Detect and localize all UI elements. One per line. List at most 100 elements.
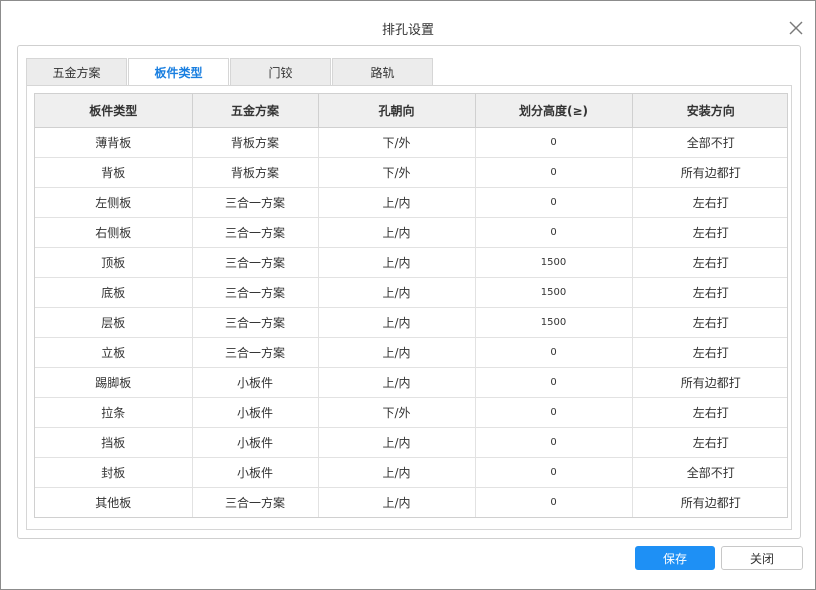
cell-install-direction[interactable]: 所有边都打 bbox=[631, 156, 787, 188]
close-button[interactable]: 关闭 bbox=[721, 546, 803, 570]
cell-split-height[interactable]: 0 bbox=[474, 456, 633, 488]
cell-hole-direction[interactable]: 上/内 bbox=[317, 186, 476, 218]
cell-hole-direction[interactable]: 上/内 bbox=[317, 276, 476, 308]
cell-hardware-scheme[interactable]: 背板方案 bbox=[191, 156, 319, 188]
cell-split-height[interactable]: 1500 bbox=[474, 306, 633, 338]
table-header-row: 板件类型 五金方案 孔朝向 划分高度(≥) 安装方向 bbox=[35, 94, 787, 128]
cell-hole-direction[interactable]: 下/外 bbox=[317, 396, 476, 428]
cell-hole-direction[interactable]: 上/内 bbox=[317, 426, 476, 458]
cell-split-height[interactable]: 1500 bbox=[474, 276, 633, 308]
table-row[interactable]: 右侧板 三合一方案 上/内 0 左右打 bbox=[35, 216, 787, 248]
cell-split-height[interactable]: 0 bbox=[474, 186, 633, 218]
cell-board-type[interactable]: 薄背板 bbox=[35, 126, 193, 158]
cell-hardware-scheme[interactable]: 三合一方案 bbox=[191, 246, 319, 278]
cell-board-type[interactable]: 左侧板 bbox=[35, 186, 193, 218]
cell-board-type[interactable]: 踢脚板 bbox=[35, 366, 193, 398]
cell-hole-direction[interactable]: 上/内 bbox=[317, 486, 476, 517]
cell-board-type[interactable]: 其他板 bbox=[35, 486, 193, 517]
column-header-install-direction[interactable]: 安装方向 bbox=[631, 94, 787, 128]
cell-hardware-scheme[interactable]: 三合一方案 bbox=[191, 306, 319, 338]
cell-install-direction[interactable]: 左右打 bbox=[631, 306, 787, 338]
table-row[interactable]: 层板 三合一方案 上/内 1500 左右打 bbox=[35, 306, 787, 338]
cell-board-type[interactable]: 背板 bbox=[35, 156, 193, 188]
cell-install-direction[interactable]: 左右打 bbox=[631, 426, 787, 458]
cell-hardware-scheme[interactable]: 背板方案 bbox=[191, 126, 319, 158]
board-type-table: 板件类型 五金方案 孔朝向 划分高度(≥) 安装方向 薄背板 背板方案 下/外 0 全部不打 背板… bbox=[35, 94, 787, 517]
cell-hole-direction[interactable]: 上/内 bbox=[317, 246, 476, 278]
table-row[interactable]: 薄背板 背板方案 下/外 0 全部不打 bbox=[35, 126, 787, 158]
save-button[interactable]: 保存 bbox=[635, 546, 715, 570]
cell-split-height[interactable]: 0 bbox=[474, 126, 633, 158]
cell-board-type[interactable]: 挡板 bbox=[35, 426, 193, 458]
cell-split-height[interactable]: 0 bbox=[474, 366, 633, 398]
cell-split-height[interactable]: 0 bbox=[474, 156, 633, 188]
cell-hardware-scheme[interactable]: 小板件 bbox=[191, 396, 319, 428]
cell-split-height[interactable]: 0 bbox=[474, 426, 633, 458]
cell-board-type[interactable]: 拉条 bbox=[35, 396, 193, 428]
cell-hole-direction[interactable]: 上/内 bbox=[317, 456, 476, 488]
cell-install-direction[interactable]: 全部不打 bbox=[631, 456, 787, 488]
cell-hardware-scheme[interactable]: 三合一方案 bbox=[191, 276, 319, 308]
tab-hardware-scheme[interactable]: 五金方案 bbox=[26, 58, 127, 85]
table-row[interactable]: 挡板 小板件 上/内 0 左右打 bbox=[35, 426, 787, 458]
cell-split-height[interactable]: 1500 bbox=[474, 246, 633, 278]
cell-split-height[interactable]: 0 bbox=[474, 216, 633, 248]
settings-panel: 五金方案 板件类型 门铰 路轨 板件类型 五金方案 孔朝向 划分高度(≥) 安装方向 薄背板背… bbox=[17, 45, 801, 539]
column-header-hole-direction[interactable]: 孔朝向 bbox=[317, 94, 476, 128]
tab-bar: 五金方案 板件类型 门铰 路轨 bbox=[26, 58, 434, 86]
cell-board-type[interactable]: 右侧板 bbox=[35, 216, 193, 248]
cell-split-height[interactable]: 0 bbox=[474, 336, 633, 368]
cell-hardware-scheme[interactable]: 三合一方案 bbox=[191, 486, 319, 517]
cell-hardware-scheme[interactable]: 小板件 bbox=[191, 456, 319, 488]
table-row[interactable]: 封板 小板件 上/内 0 全部不打 bbox=[35, 456, 787, 488]
table-row[interactable]: 顶板 三合一方案 上/内 1500 左右打 bbox=[35, 246, 787, 278]
table-row[interactable]: 拉条 小板件 下/外 0 左右打 bbox=[35, 396, 787, 428]
cell-install-direction[interactable]: 全部不打 bbox=[631, 126, 787, 158]
cell-hole-direction[interactable]: 下/外 bbox=[317, 156, 476, 188]
column-header-hardware-scheme[interactable]: 五金方案 bbox=[191, 94, 319, 128]
cell-hole-direction[interactable]: 上/内 bbox=[317, 336, 476, 368]
tab-drawer-rail[interactable]: 路轨 bbox=[332, 58, 433, 85]
dialog-titlebar: 排孔设置 bbox=[1, 1, 815, 45]
hole-settings-dialog: 排孔设置 五金方案 板件类型 门铰 路轨 板件类型 五金方案 孔朝向 划分高度(≥) 安装方向… bbox=[0, 0, 816, 590]
table-row[interactable]: 左侧板 三合一方案 上/内 0 左右打 bbox=[35, 186, 787, 218]
cell-hole-direction[interactable]: 上/内 bbox=[317, 306, 476, 338]
tab-board-type[interactable]: 板件类型 bbox=[128, 58, 229, 86]
table-body: 薄背板 背板方案 下/外 0 全部不打 背板 背板方案 下/外 0 所有边都打 左侧板 三合一方案 上/… bbox=[35, 126, 787, 517]
cell-hardware-scheme[interactable]: 三合一方案 bbox=[191, 186, 319, 218]
close-icon[interactable] bbox=[787, 19, 805, 37]
cell-board-type[interactable]: 顶板 bbox=[35, 246, 193, 278]
cell-hole-direction[interactable]: 上/内 bbox=[317, 366, 476, 398]
cell-split-height[interactable]: 0 bbox=[474, 486, 633, 517]
cell-board-type[interactable]: 立板 bbox=[35, 336, 193, 368]
cell-install-direction[interactable]: 左右打 bbox=[631, 336, 787, 368]
cell-install-direction[interactable]: 左右打 bbox=[631, 216, 787, 248]
cell-hardware-scheme[interactable]: 小板件 bbox=[191, 366, 319, 398]
tab-door-hinge[interactable]: 门铰 bbox=[230, 58, 331, 85]
cell-hole-direction[interactable]: 下/外 bbox=[317, 126, 476, 158]
table-row[interactable]: 背板 背板方案 下/外 0 所有边都打 bbox=[35, 156, 787, 188]
cell-split-height[interactable]: 0 bbox=[474, 396, 633, 428]
column-header-split-height[interactable]: 划分高度(≥) bbox=[474, 94, 633, 128]
cell-install-direction[interactable]: 左右打 bbox=[631, 186, 787, 218]
cell-board-type[interactable]: 底板 bbox=[35, 276, 193, 308]
cell-hardware-scheme[interactable]: 三合一方案 bbox=[191, 336, 319, 368]
cell-install-direction[interactable]: 所有边都打 bbox=[631, 366, 787, 398]
dialog-title: 排孔设置 bbox=[381, 23, 434, 38]
table-row[interactable]: 立板 三合一方案 上/内 0 左右打 bbox=[35, 336, 787, 368]
table-row[interactable]: 底板 三合一方案 上/内 1500 左右打 bbox=[35, 276, 787, 308]
tab-content: 板件类型 五金方案 孔朝向 划分高度(≥) 安装方向 薄背板 背板方案 下/外 0 全部不打 背板… bbox=[26, 85, 792, 530]
cell-install-direction[interactable]: 所有边都打 bbox=[631, 486, 787, 517]
cell-install-direction[interactable]: 左右打 bbox=[631, 276, 787, 308]
cell-board-type[interactable]: 封板 bbox=[35, 456, 193, 488]
cell-board-type[interactable]: 层板 bbox=[35, 306, 193, 338]
table-row[interactable]: 踢脚板 小板件 上/内 0 所有边都打 bbox=[35, 366, 787, 398]
cell-install-direction[interactable]: 左右打 bbox=[631, 246, 787, 278]
column-header-board-type[interactable]: 板件类型 bbox=[35, 94, 193, 128]
cell-install-direction[interactable]: 左右打 bbox=[631, 396, 787, 428]
cell-hardware-scheme[interactable]: 小板件 bbox=[191, 426, 319, 458]
board-type-grid: 板件类型 五金方案 孔朝向 划分高度(≥) 安装方向 薄背板 背板方案 下/外 0 全部不打 背板… bbox=[34, 93, 788, 518]
table-row[interactable]: 其他板 三合一方案 上/内 0 所有边都打 bbox=[35, 486, 787, 517]
cell-hardware-scheme[interactable]: 三合一方案 bbox=[191, 216, 319, 248]
cell-hole-direction[interactable]: 上/内 bbox=[317, 216, 476, 248]
